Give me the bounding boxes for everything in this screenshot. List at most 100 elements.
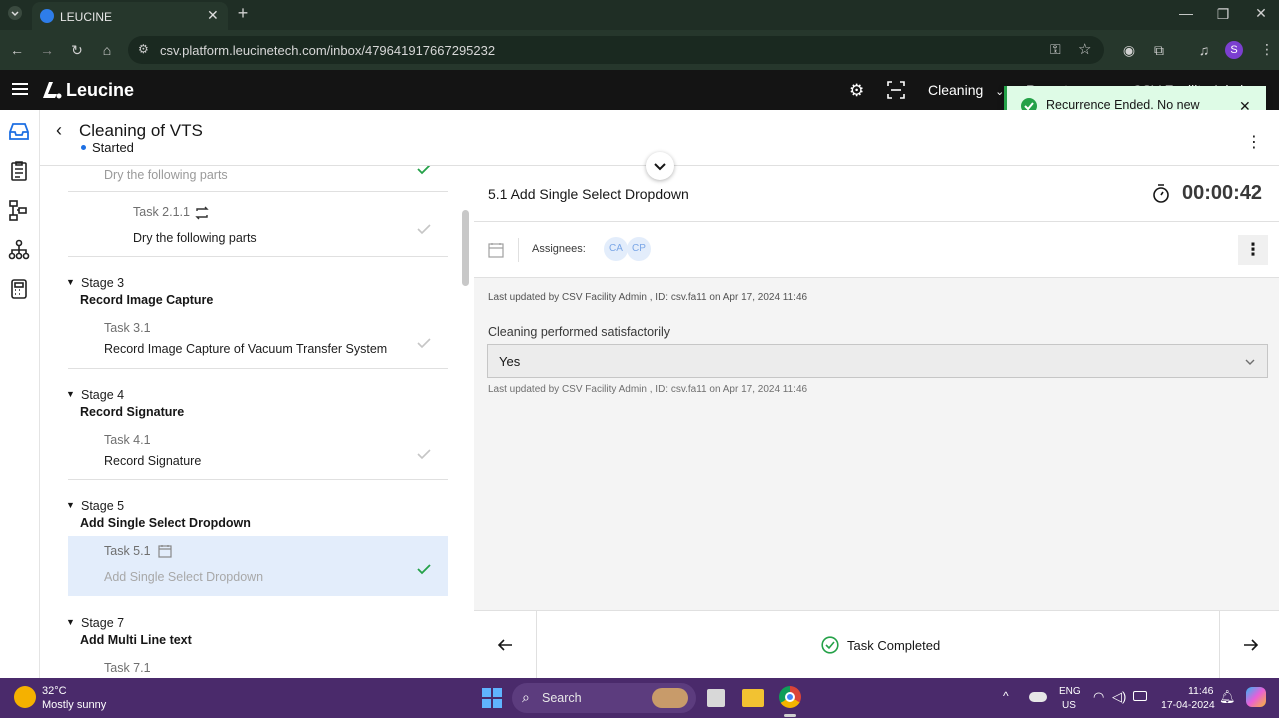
partial-task-name[interactable]: Dry the following parts: [104, 168, 228, 182]
app-logo-text: Leucine: [66, 80, 135, 100]
maximize-icon[interactable]: ❐: [1214, 6, 1232, 22]
task-id[interactable]: Task 7.1: [104, 661, 151, 675]
job-more-icon[interactable]: ⋮: [1246, 132, 1262, 152]
facility-selector[interactable]: Cleaning ⌄: [928, 82, 1004, 98]
show-hidden-icons-chevron[interactable]: ^: [1003, 689, 1009, 703]
weather-sun-icon[interactable]: [14, 686, 36, 708]
browser-tab-bar: LEUCINE ✕ + — ❐ ✕: [0, 0, 1279, 30]
profile-avatar[interactable]: S: [1225, 41, 1243, 59]
job-status-dot: [81, 145, 86, 150]
tab-favicon-icon: [40, 9, 54, 23]
process-flow-icon[interactable]: [8, 199, 30, 221]
parameter-last-updated: Last updated by CSV Facility Admin , ID:…: [488, 384, 808, 395]
wifi-icon[interactable]: ◠: [1093, 689, 1104, 705]
windows-start-icon[interactable]: [481, 687, 503, 709]
media-icon[interactable]: ♫: [1195, 42, 1213, 58]
stage-title: Record Image Capture: [80, 293, 214, 307]
stage-3-header[interactable]: ▼ Stage 3 Record Image Capture: [66, 276, 446, 312]
task-row-3-1[interactable]: Task 3.1 Record Image Capture of Vacuum …: [68, 314, 448, 368]
minimize-icon[interactable]: —: [1177, 5, 1195, 21]
vertical-separator: [518, 238, 519, 262]
search-icon: ⌕: [522, 689, 530, 705]
hierarchy-icon[interactable]: [8, 239, 30, 261]
assignee-avatar[interactable]: CP: [627, 237, 651, 261]
settings-gear-icon[interactable]: ⚙: [849, 81, 864, 101]
task-id: Task 3.1: [104, 321, 151, 335]
back-arrow-icon[interactable]: ‹: [56, 120, 62, 141]
task-list-scrollbar[interactable]: [462, 210, 469, 286]
volume-icon[interactable]: ◁): [1112, 689, 1126, 705]
job-title: Cleaning of VTS: [79, 121, 203, 140]
extensions-icon[interactable]: ⧉: [1150, 42, 1168, 58]
row-divider: [68, 368, 448, 369]
clock-time[interactable]: 11:46: [1188, 685, 1214, 697]
language-code[interactable]: ENG: [1059, 686, 1081, 697]
task-title: 5.1 Add Single Select Dropdown: [488, 186, 689, 202]
assignee-avatar[interactable]: CA: [604, 237, 628, 261]
stage-5-header[interactable]: ▼ Stage 5 Add Single Select Dropdown: [66, 499, 446, 535]
browser-menu-icon[interactable]: ⋮: [1258, 41, 1276, 57]
taskbar-search-box[interactable]: ⌕ Search: [512, 683, 696, 713]
stage-label: Stage 4: [81, 388, 125, 402]
file-explorer-icon[interactable]: [742, 689, 764, 707]
url-text: csv.platform.leucinetech.com/inbox/47964…: [160, 43, 496, 58]
task-view-icon[interactable]: [707, 689, 725, 707]
language-region[interactable]: US: [1062, 700, 1076, 711]
screenshot-icon[interactable]: ◉: [1120, 42, 1138, 58]
schedule-calendar-icon[interactable]: [488, 242, 504, 258]
task-id: Task 4.1: [104, 433, 151, 447]
browser-tab[interactable]: LEUCINE ✕: [32, 2, 228, 30]
parameter-select[interactable]: Yes: [487, 344, 1268, 378]
chevron-down-icon: [1244, 355, 1256, 367]
tab-title: LEUCINE: [60, 10, 113, 24]
clock-date[interactable]: 17-04-2024: [1161, 699, 1215, 711]
task-detail-header: 5.1 Add Single Select Dropdown 00:00:42: [474, 166, 1279, 222]
url-input[interactable]: ⚙ csv.platform.leucinetech.com/inbox/479…: [128, 36, 1104, 64]
stage-4-header[interactable]: ▼ Stage 4 Record Signature: [66, 388, 446, 424]
inbox-icon[interactable]: [8, 120, 30, 142]
battery-icon[interactable]: [1133, 691, 1147, 701]
bookmark-star-icon[interactable]: ☆: [1078, 40, 1091, 58]
reload-icon[interactable]: ↻: [68, 42, 86, 58]
active-app-indicator: [784, 714, 796, 717]
tab-close-icon[interactable]: ✕: [207, 7, 219, 24]
browser-address-bar: ← → ↻ ⌂ ⚙ csv.platform.leucinetech.com/i…: [0, 30, 1279, 70]
task-detail-panel: 5.1 Add Single Select Dropdown 00:00:42 …: [474, 152, 1279, 678]
new-tab-icon[interactable]: +: [234, 4, 252, 22]
task-name: Add Single Select Dropdown: [104, 570, 264, 584]
back-icon[interactable]: ←: [8, 42, 26, 58]
stage-title: Record Signature: [80, 405, 185, 419]
job-status: Started: [92, 140, 134, 155]
tab-search-icon[interactable]: [6, 6, 24, 23]
task-row-4-1[interactable]: Task 4.1 Record Signature: [68, 426, 448, 480]
task-more-options-button[interactable]: ⋮: [1238, 235, 1268, 265]
stage-label: Stage 5: [81, 499, 125, 513]
onedrive-cloud-icon[interactable]: [1029, 692, 1047, 702]
pending-check-icon: [416, 222, 432, 235]
task-row-5-1-selected[interactable]: Task 5.1 Add Single Select Dropdown: [68, 536, 448, 596]
checklist-icon[interactable]: [8, 160, 30, 182]
calculator-icon[interactable]: [8, 278, 30, 300]
caret-down-icon: ▼: [66, 277, 75, 287]
notification-bell-icon[interactable]: 🔔︎: [1219, 689, 1236, 705]
previous-task-button[interactable]: [474, 611, 537, 678]
home-icon[interactable]: ⌂: [98, 42, 116, 58]
success-circle-check-icon: [821, 636, 839, 654]
password-key-icon[interactable]: ⚿: [1050, 41, 1061, 58]
collapse-toggle-button[interactable]: [646, 152, 674, 180]
next-task-button[interactable]: [1219, 611, 1279, 678]
parameter-card: Cleaning performed satisfactorily Yes La…: [474, 316, 1279, 402]
chrome-taskbar-icon[interactable]: [779, 686, 801, 708]
hamburger-menu-icon[interactable]: [12, 82, 28, 96]
task-id: Task 5.1: [104, 544, 151, 558]
copilot-icon[interactable]: [1246, 687, 1266, 707]
scan-qr-icon[interactable]: [887, 81, 905, 99]
task-row-2-1-1[interactable]: Task 2.1.1 Dry the following parts: [68, 192, 448, 256]
window-close-icon[interactable]: ✕: [1252, 5, 1270, 21]
task-completed-label: Task Completed: [847, 638, 941, 653]
forward-icon[interactable]: →: [38, 42, 56, 58]
parameter-label: Cleaning performed satisfactorily: [488, 325, 671, 339]
stage-7-header[interactable]: ▼ Stage 7 Add Multi Line text: [66, 616, 446, 652]
task-name: Dry the following parts: [133, 231, 257, 245]
site-settings-icon[interactable]: ⚙: [138, 42, 149, 56]
